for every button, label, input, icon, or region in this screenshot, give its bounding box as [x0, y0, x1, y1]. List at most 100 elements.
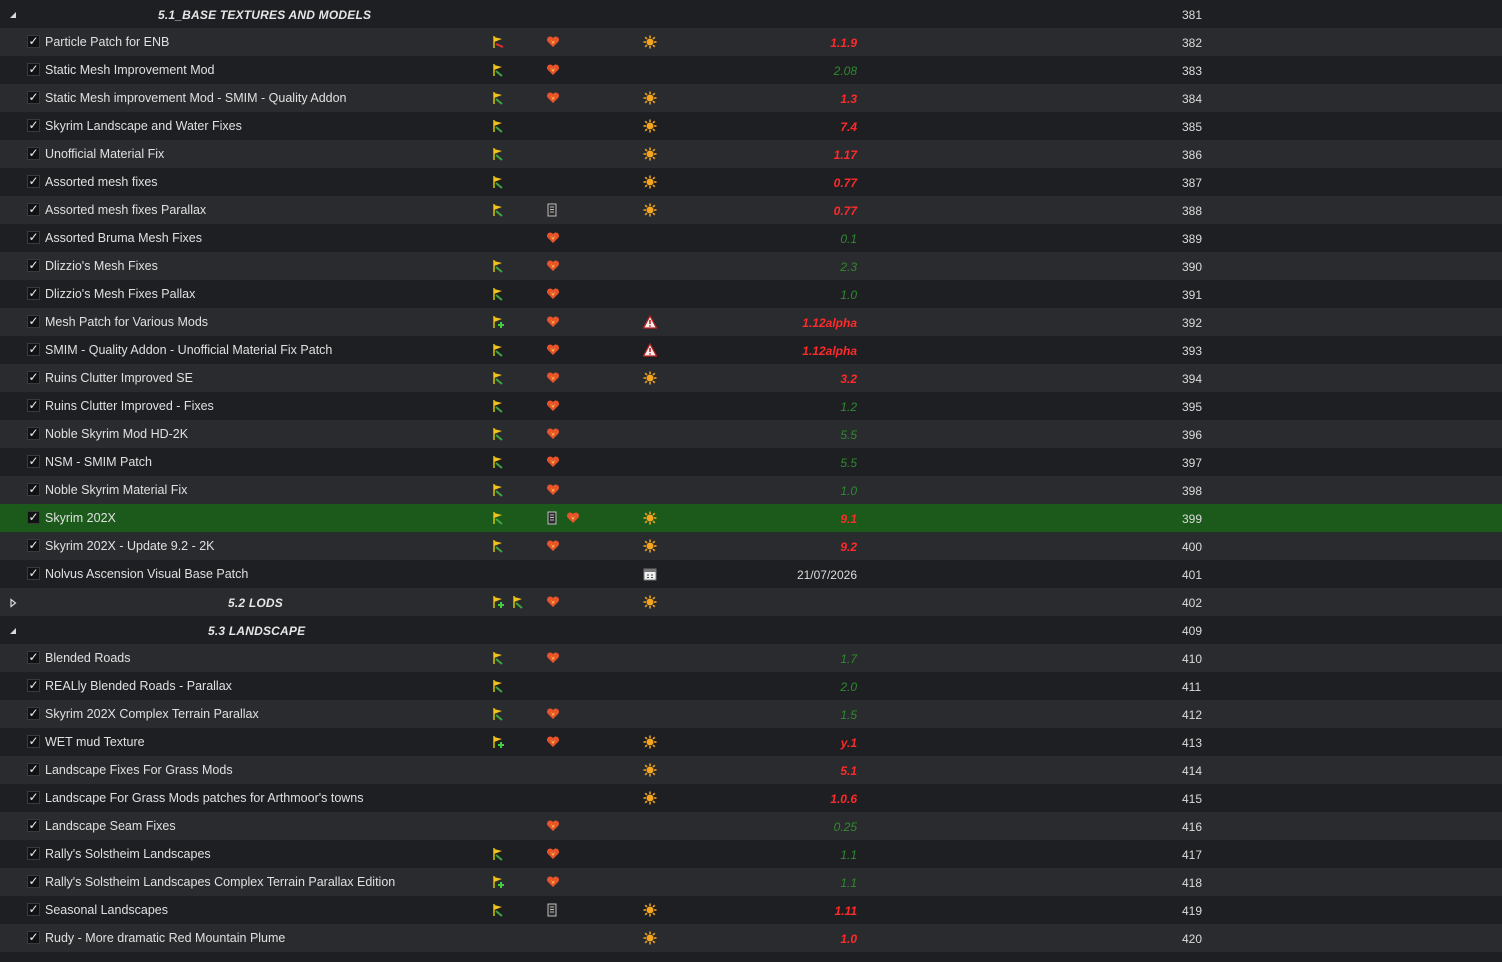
flag-icon	[491, 903, 505, 917]
mod-name: Dlizzio's Mesh Fixes	[45, 259, 158, 273]
mod-enabled-checkbox[interactable]: ✓	[27, 539, 40, 552]
mod-name: Skyrim 202X - Update 9.2 - 2K	[45, 539, 215, 553]
mod-enabled-checkbox[interactable]: ✓	[27, 63, 40, 76]
mod-enabled-checkbox[interactable]: ✓	[27, 203, 40, 216]
mod-version: 1.0	[840, 932, 857, 946]
mod-enabled-checkbox[interactable]: ✓	[27, 427, 40, 440]
mod-row[interactable]: ✓ Noble Skyrim Mod HD-2K 5.5 396	[0, 420, 1502, 448]
mod-version: 9.1	[840, 512, 857, 526]
mod-row[interactable]: ✓ Static Mesh improvement Mod - SMIM - Qu…	[0, 84, 1502, 112]
mod-version: 1.1.9	[830, 36, 857, 50]
flag-icon	[491, 455, 505, 469]
flag-plus-icon	[491, 875, 505, 889]
mod-row[interactable]: ✓ Static Mesh Improvement Mod 2.08 383	[0, 56, 1502, 84]
mod-row[interactable]: ✓ Skyrim Landscape and Water Fixes 7.4 385	[0, 112, 1502, 140]
mod-row[interactable]: ✓ NSM - SMIM Patch 5.5 397	[0, 448, 1502, 476]
mod-row[interactable]: ✓ Landscape Seam Fixes 0.25 416	[0, 812, 1502, 840]
mod-name: Rally's Solstheim Landscapes	[45, 847, 211, 861]
mod-enabled-checkbox[interactable]: ✓	[27, 91, 40, 104]
mod-name: Ruins Clutter Improved SE	[45, 371, 193, 385]
mod-priority: 412	[1182, 708, 1203, 722]
mod-row[interactable]: ✓ Assorted mesh fixes 0.77 387	[0, 168, 1502, 196]
flag-plus-icon	[491, 735, 505, 749]
mod-row[interactable]: ✓ Assorted mesh fixes Parallax 0.77 388	[0, 196, 1502, 224]
mod-list[interactable]: 5.1_BASE TEXTURES AND MODELS 381 ✓ Particle…	[0, 0, 1502, 962]
mod-name: Noble Skyrim Mod HD-2K	[45, 427, 189, 441]
mod-enabled-checkbox[interactable]: ✓	[27, 315, 40, 328]
mod-row[interactable]: ✓ Nolvus Ascension Visual Base Patch 21/07…	[0, 560, 1502, 588]
mod-enabled-checkbox[interactable]: ✓	[27, 679, 40, 692]
mod-enabled-checkbox[interactable]: ✓	[27, 371, 40, 384]
mod-version: 1.11	[834, 904, 857, 918]
mod-row[interactable]: ✓ Blended Roads 1.7 410	[0, 644, 1502, 672]
mod-row[interactable]: ✓ Ruins Clutter Improved - Fixes 1.2 395	[0, 392, 1502, 420]
mod-row[interactable]: ✓ Landscape Fixes For Grass Mods 5.1 414	[0, 756, 1502, 784]
mod-row[interactable]: ✓ Skyrim 202X - Update 9.2 - 2K 9.2 400	[0, 532, 1502, 560]
mod-row[interactable]: ✓ SMIM - Quality Addon - Unofficial Mater…	[0, 336, 1502, 364]
mod-enabled-checkbox[interactable]: ✓	[27, 847, 40, 860]
mod-row[interactable]: ✓ Landscape For Grass Mods patches for Ar…	[0, 784, 1502, 812]
mod-enabled-checkbox[interactable]: ✓	[27, 707, 40, 720]
mod-row[interactable]: ✓ Mesh Patch for Various Mods 1.12alpha 392	[0, 308, 1502, 336]
update-sun-icon	[643, 35, 657, 49]
flag-icon	[491, 483, 505, 497]
mod-enabled-checkbox[interactable]: ✓	[27, 399, 40, 412]
collapse-arrow-icon[interactable]	[8, 9, 18, 19]
mod-enabled-checkbox[interactable]: ✓	[27, 287, 40, 300]
mod-priority: 420	[1182, 932, 1203, 946]
separator-row[interactable]: 5.3 LANDSCAPE 409	[0, 616, 1502, 644]
mod-row[interactable]: ✓ Unofficial Material Fix 1.17 386	[0, 140, 1502, 168]
mod-enabled-checkbox[interactable]: ✓	[27, 735, 40, 748]
mod-enabled-checkbox[interactable]: ✓	[27, 483, 40, 496]
mod-priority: 385	[1182, 120, 1203, 134]
mod-enabled-checkbox[interactable]: ✓	[27, 931, 40, 944]
mod-priority: 389	[1182, 232, 1203, 246]
mod-row[interactable]: ✓ Rudy - More dramatic Red Mountain Plume…	[0, 924, 1502, 952]
mod-row[interactable]: ✓ WET mud Texture y.1 413	[0, 728, 1502, 756]
mod-enabled-checkbox[interactable]: ✓	[27, 651, 40, 664]
mod-row[interactable]: ✓ Assorted Bruma Mesh Fixes 0.1 389	[0, 224, 1502, 252]
expand-arrow-icon[interactable]	[8, 597, 18, 608]
mod-enabled-checkbox[interactable]: ✓	[27, 875, 40, 888]
mod-enabled-checkbox[interactable]: ✓	[27, 259, 40, 272]
mod-enabled-checkbox[interactable]: ✓	[27, 147, 40, 160]
mod-row[interactable]: ✓ Dlizzio's Mesh Fixes 2.3 390	[0, 252, 1502, 280]
mod-row[interactable]: ✓ Skyrim 202X Complex Terrain Parallax 1.5…	[0, 700, 1502, 728]
update-sun-icon	[643, 511, 657, 525]
update-sun-icon	[643, 371, 657, 385]
mod-enabled-checkbox[interactable]: ✓	[27, 903, 40, 916]
mod-enabled-checkbox[interactable]: ✓	[27, 763, 40, 776]
mod-enabled-checkbox[interactable]: ✓	[27, 791, 40, 804]
collapse-arrow-icon[interactable]	[8, 625, 18, 635]
mod-priority: 410	[1182, 652, 1203, 666]
mod-enabled-checkbox[interactable]: ✓	[27, 511, 40, 524]
mod-enabled-checkbox[interactable]: ✓	[27, 119, 40, 132]
mod-name: Skyrim 202X Complex Terrain Parallax	[45, 707, 259, 721]
mod-enabled-checkbox[interactable]: ✓	[27, 343, 40, 356]
mod-name: NSM - SMIM Patch	[45, 455, 152, 469]
mod-row[interactable]: ✓ Noble Skyrim Material Fix 1.0 398	[0, 476, 1502, 504]
mod-enabled-checkbox[interactable]: ✓	[27, 231, 40, 244]
mod-priority: 413	[1182, 736, 1203, 750]
mod-row[interactable]: ✓ Rally's Solstheim Landscapes 1.1 417	[0, 840, 1502, 868]
separator-row[interactable]: 5.2 LODS 402	[0, 588, 1502, 616]
mod-version: 1.0.6	[830, 792, 857, 806]
mod-row[interactable]: ✓ Rally's Solstheim Landscapes Complex Te…	[0, 868, 1502, 896]
mod-enabled-checkbox[interactable]: ✓	[27, 567, 40, 580]
mod-enabled-checkbox[interactable]: ✓	[27, 819, 40, 832]
mod-row[interactable]: ✓ Particle Patch for ENB 1.1.9 382	[0, 28, 1502, 56]
mod-enabled-checkbox[interactable]: ✓	[27, 175, 40, 188]
mod-row[interactable]: ✓ Ruins Clutter Improved SE 3.2 394	[0, 364, 1502, 392]
mod-row[interactable]: ✓ REALly Blended Roads - Parallax 2.0 411	[0, 672, 1502, 700]
conflict-heart-icon	[546, 91, 560, 105]
mod-version: 1.2	[840, 400, 857, 414]
mod-enabled-checkbox[interactable]: ✓	[27, 455, 40, 468]
mod-enabled-checkbox[interactable]: ✓	[27, 35, 40, 48]
mod-row[interactable]: ✓ Seasonal Landscapes 1.11 419	[0, 896, 1502, 924]
mod-row[interactable]: ✓ Dlizzio's Mesh Fixes Pallax 1.0 391	[0, 280, 1502, 308]
mod-row[interactable]: ✓ Skyrim 202X 9.1 399	[0, 504, 1502, 532]
separator-row[interactable]: 5.1_BASE TEXTURES AND MODELS 381	[0, 0, 1502, 28]
mod-version: 7.4	[840, 120, 857, 134]
separator-label: 5.3 LANDSCAPE	[208, 624, 306, 638]
mod-version: y.1	[840, 736, 857, 750]
